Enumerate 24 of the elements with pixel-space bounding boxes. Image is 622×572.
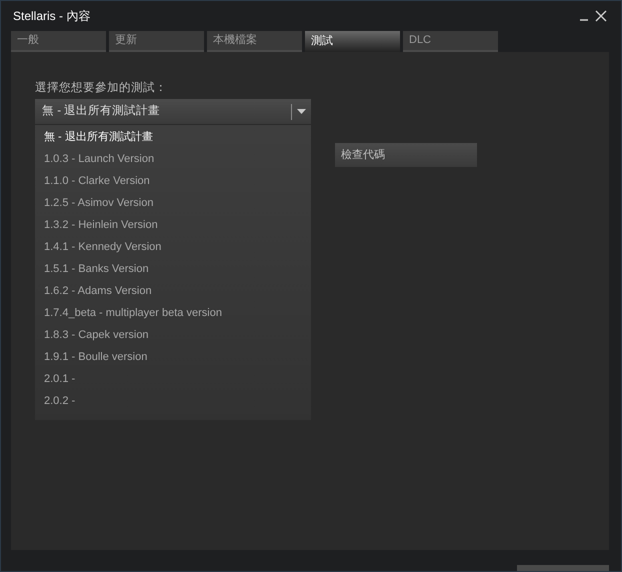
dropdown-option[interactable]: 1.0.3 - Launch Version <box>35 148 311 170</box>
caret-icon <box>297 109 306 114</box>
tab[interactable]: 更新 <box>109 31 204 52</box>
window-title: Stellaris - 內容 <box>13 8 90 25</box>
dropdown-option[interactable]: 1.5.1 - Banks Version <box>35 258 311 280</box>
dropdown-option[interactable]: 1.6.2 - Adams Version <box>35 280 311 302</box>
close-icon[interactable] <box>595 10 607 22</box>
dropdown-option[interactable]: 1.7.4_beta - multiplayer beta version <box>35 302 311 324</box>
tab[interactable]: 本機檔案 <box>207 31 302 52</box>
dropdown-option[interactable]: 2.0.1 - <box>35 368 311 390</box>
beta-prompt: 選擇您想要參加的測試： <box>35 80 168 96</box>
tab[interactable]: 測試 <box>305 31 400 52</box>
dropdown-option[interactable]: 1.9.1 - Boulle version <box>35 346 311 368</box>
dropdown-option[interactable]: 1.3.2 - Heinlein Version <box>35 214 311 236</box>
dropdown-option[interactable]: 1.2.5 - Asimov Version <box>35 192 311 214</box>
check-code-button[interactable]: 檢查代碼 <box>335 143 477 167</box>
dropdown-option[interactable]: 1.8.3 - Capek version <box>35 324 311 346</box>
dropdown-option[interactable]: 無 - 退出所有測試計畫 <box>35 126 311 148</box>
beta-dropdown[interactable]: 無 - 退出所有測試計畫 <box>35 99 311 124</box>
tab[interactable]: 一般 <box>11 31 106 52</box>
tab[interactable]: DLC <box>403 31 498 52</box>
dropdown-option[interactable]: 1.4.1 - Kennedy Version <box>35 236 311 258</box>
dropdown-option[interactable]: 1.1.0 - Clarke Version <box>35 170 311 192</box>
dropdown-option[interactable]: 2.0.2 - <box>35 390 311 412</box>
